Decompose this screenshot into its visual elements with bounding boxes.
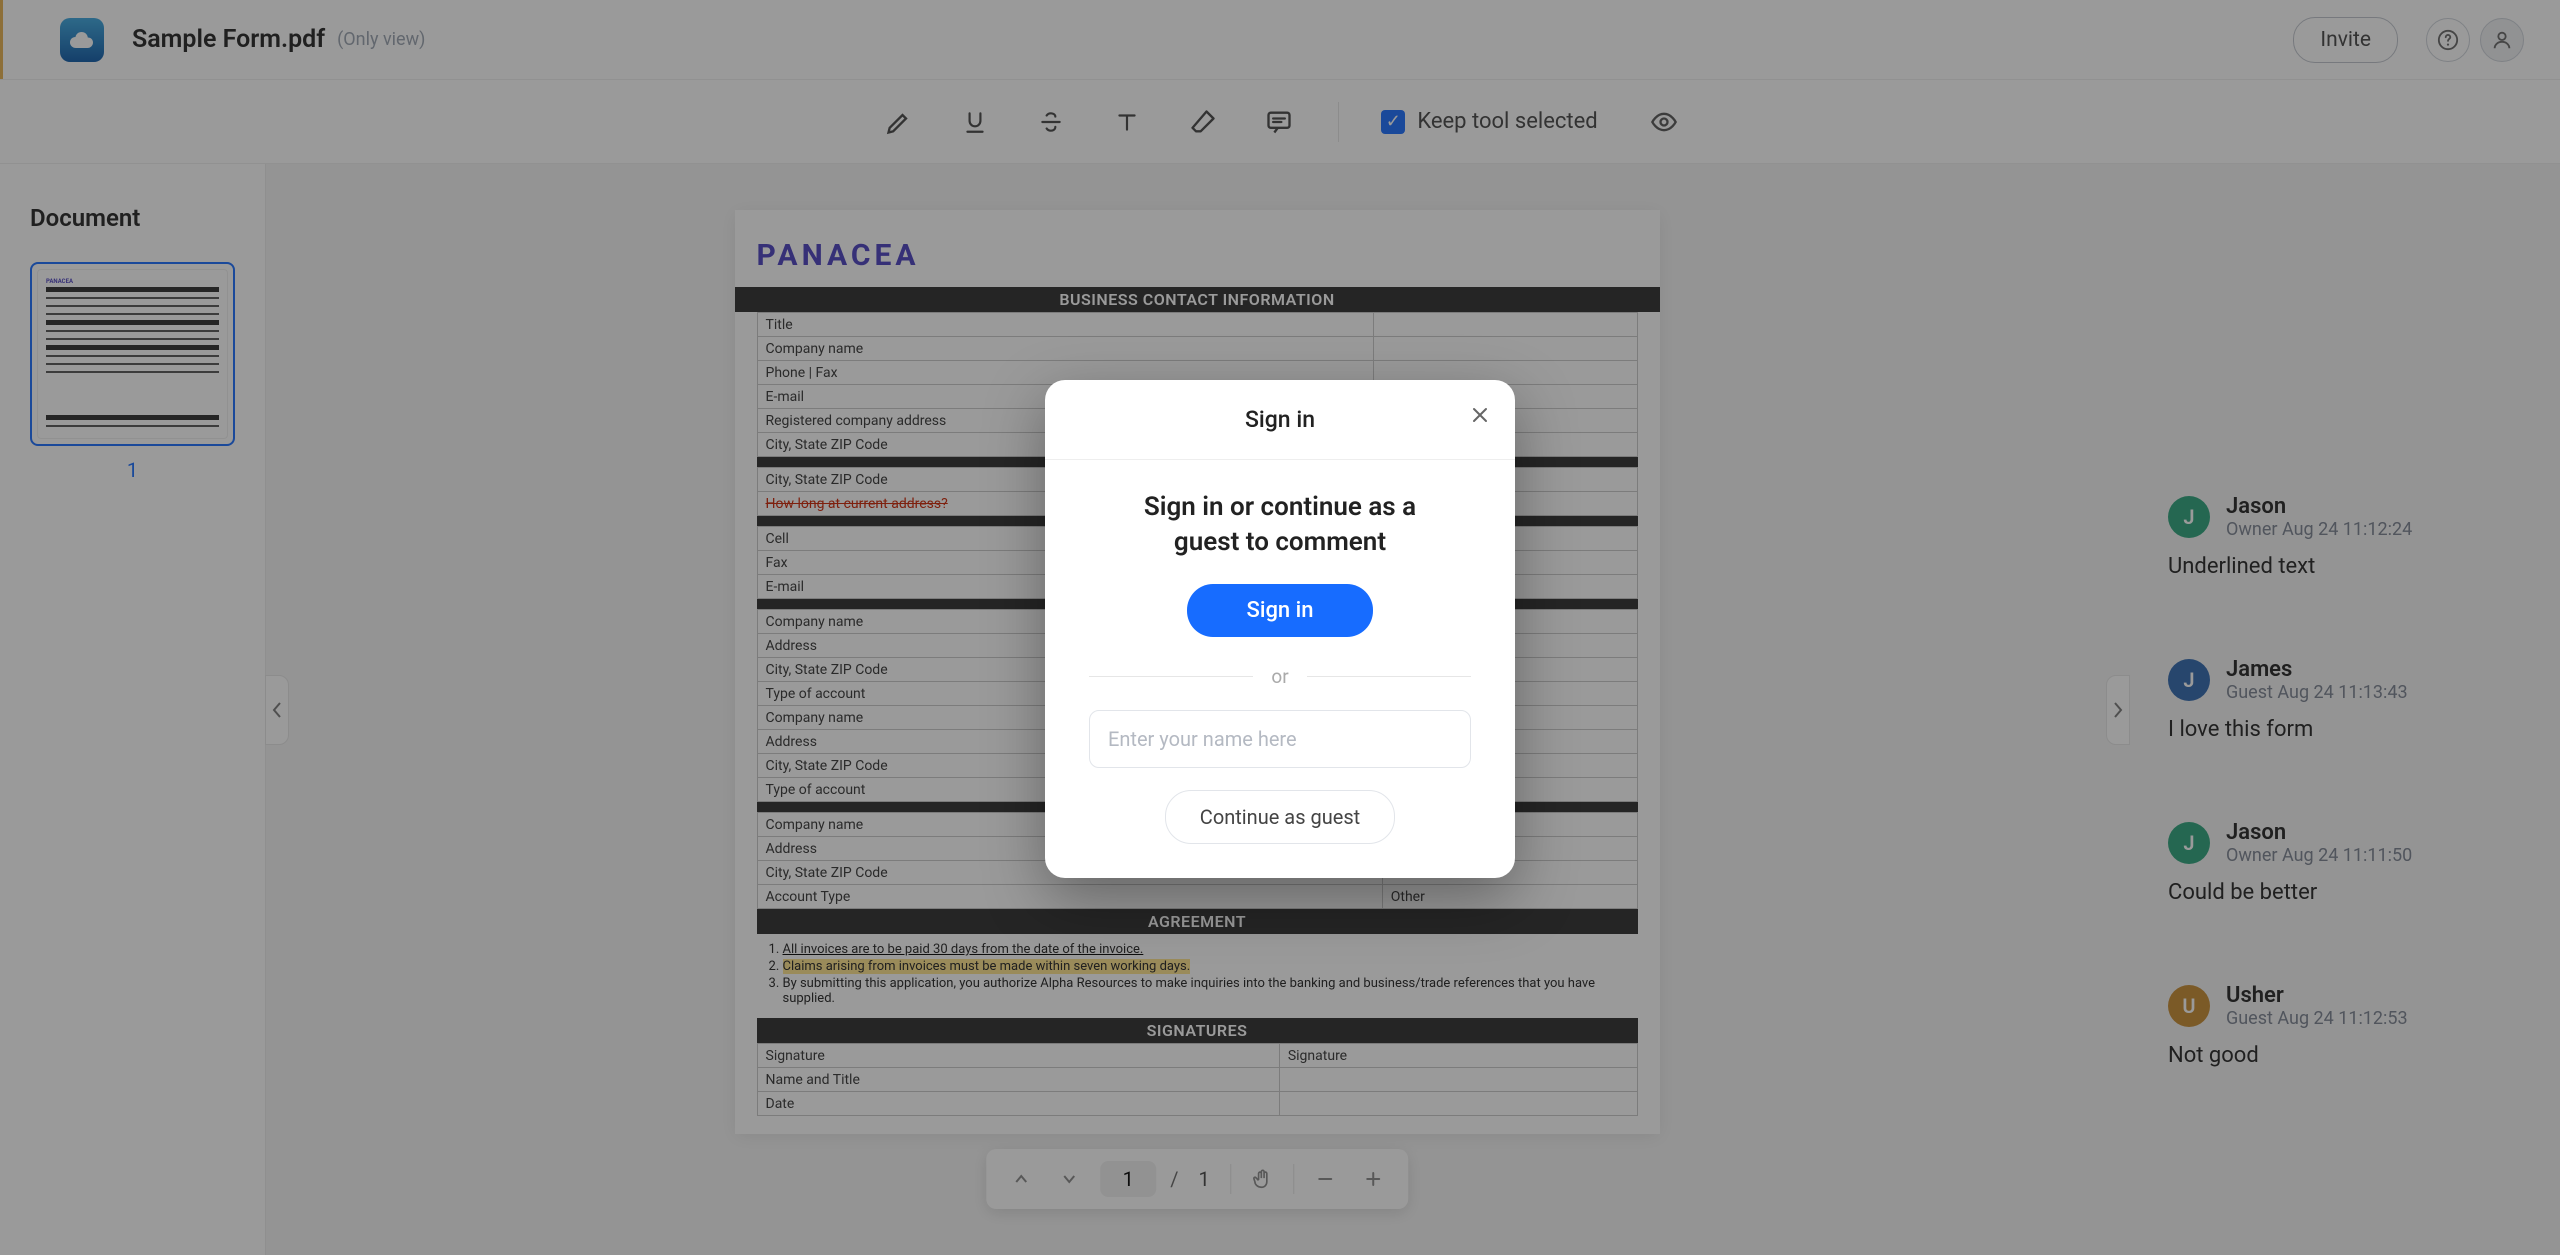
signin-button[interactable]: Sign in	[1187, 584, 1374, 637]
modal-title: Sign in	[1045, 406, 1515, 433]
modal-close-button[interactable]	[1465, 400, 1495, 430]
signin-modal: Sign in Sign in or continue as a guest t…	[1045, 380, 1515, 878]
modal-heading: Sign in or continue as a guest to commen…	[1110, 490, 1450, 560]
guest-name-input[interactable]	[1089, 710, 1471, 768]
modal-or-divider: or	[1089, 665, 1471, 688]
modal-body: Sign in or continue as a guest to commen…	[1045, 460, 1515, 844]
or-label: or	[1271, 665, 1288, 688]
close-icon	[1470, 405, 1490, 425]
continue-guest-button[interactable]: Continue as guest	[1165, 790, 1395, 844]
modal-header: Sign in	[1045, 380, 1515, 460]
modal-overlay[interactable]: Sign in Sign in or continue as a guest t…	[0, 0, 2560, 1255]
